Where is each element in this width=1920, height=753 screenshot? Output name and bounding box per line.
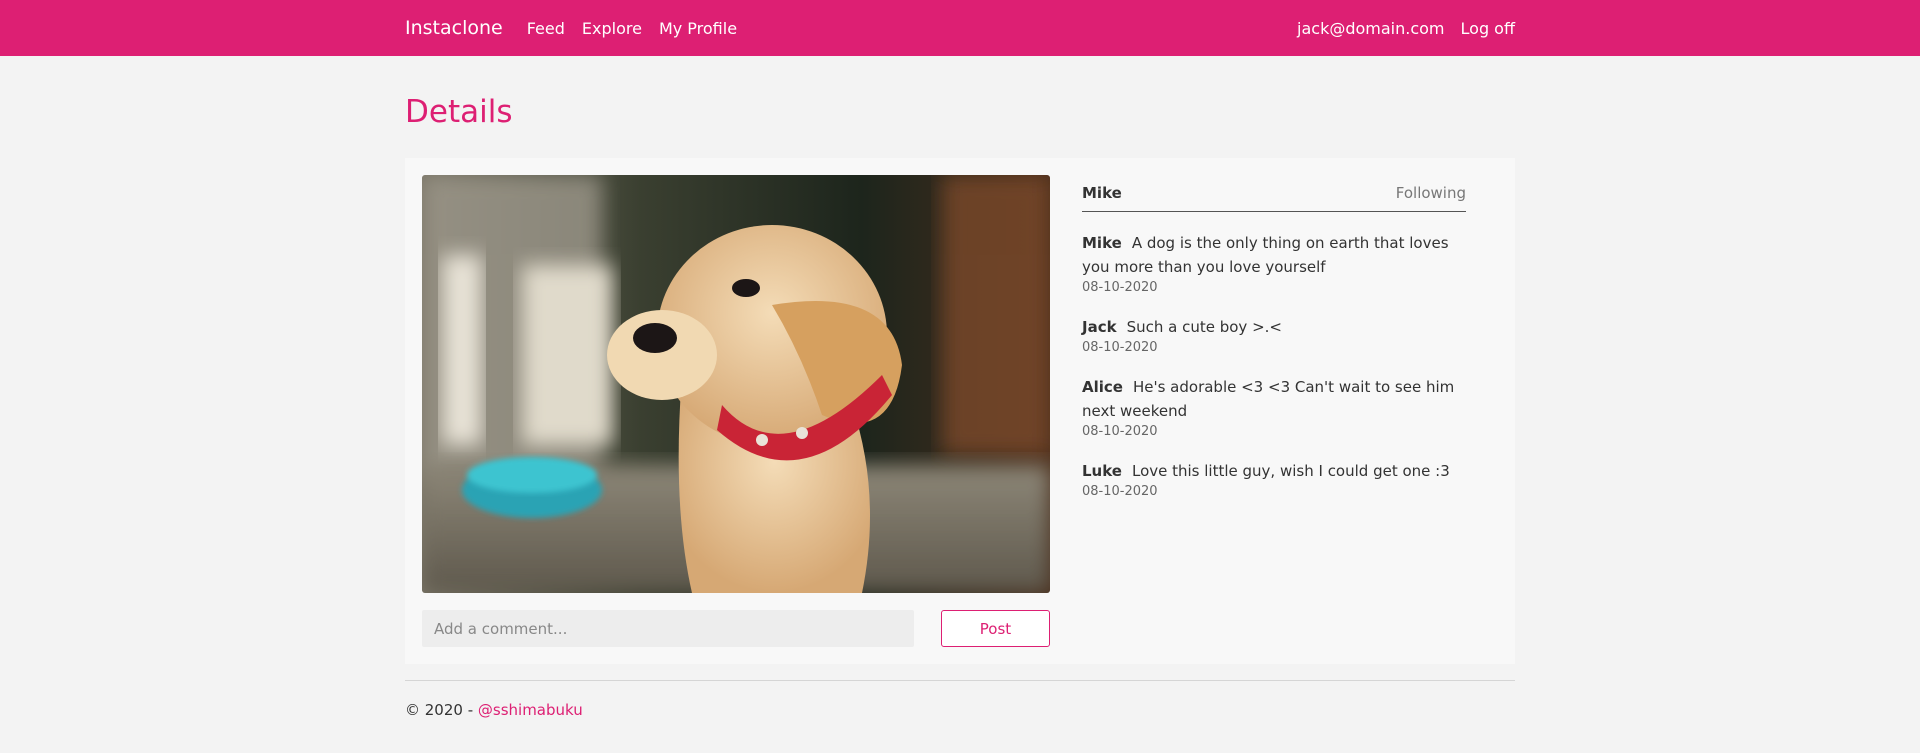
logoff-link[interactable]: Log off — [1461, 19, 1515, 38]
comment-user[interactable]: Luke — [1082, 462, 1122, 480]
post-button[interactable]: Post — [941, 610, 1050, 647]
author-link[interactable]: @sshimabuku — [478, 701, 583, 719]
comment-user[interactable]: Jack — [1082, 318, 1117, 336]
comment-list: Mike A dog is the only thing on earth tha… — [1082, 231, 1466, 501]
follow-status-button[interactable]: Following — [1396, 184, 1466, 202]
brand-logo[interactable]: Instaclone — [405, 17, 503, 39]
footer-copyright: © 2020 - @sshimabuku — [405, 701, 1515, 719]
comment-text: Such a cute boy >.< — [1126, 318, 1282, 336]
puppy-photo-image — [422, 175, 1050, 593]
navbar: Instaclone Feed Explore My Profile jack@… — [0, 0, 1920, 56]
post-sidebar: Mike Following Mike A dog is the only thi… — [1082, 175, 1466, 519]
comment-text: A dog is the only thing on earth that lo… — [1082, 234, 1449, 276]
user-email-link[interactable]: jack@domain.com — [1297, 19, 1445, 38]
comment-text: Love this little guy, wish I could get o… — [1131, 462, 1450, 480]
comment-item: Luke Love this little guy, wish I could g… — [1082, 459, 1466, 501]
comment-date: 08-10-2020 — [1082, 484, 1158, 499]
comment-item: Alice He's adorable <3 <3 Can't wait to s… — [1082, 375, 1466, 441]
nav-link-feed[interactable]: Feed — [527, 19, 565, 38]
comment-text: He's adorable <3 <3 Can't wait to see hi… — [1082, 378, 1455, 420]
comment-item: Jack Such a cute boy >.< 08-10-2020 — [1082, 315, 1466, 357]
comment-item: Mike A dog is the only thing on earth tha… — [1082, 231, 1466, 297]
post-card: Post Mike Following MikeA dog is the onl… — [405, 158, 1515, 664]
comment-input[interactable] — [422, 610, 914, 647]
comment-date: 08-10-2020 — [1082, 340, 1158, 355]
post-header: Mike Following — [1082, 175, 1466, 212]
copyright-text: © 2020 - — [405, 701, 478, 719]
comment-date: 08-10-2020 — [1082, 280, 1158, 295]
post-author[interactable]: Mike — [1082, 184, 1122, 202]
comment-user[interactable]: Mike — [1082, 234, 1122, 252]
page-title: Details — [405, 94, 513, 130]
nav-link-my-profile[interactable]: My Profile — [659, 19, 737, 38]
comment-date: 08-10-2020 — [1082, 424, 1158, 439]
comment-user[interactable]: Alice — [1082, 378, 1123, 396]
footer: © 2020 - @sshimabuku — [405, 680, 1515, 719]
nav-link-explore[interactable]: Explore — [582, 19, 642, 38]
post-photo — [422, 175, 1050, 593]
